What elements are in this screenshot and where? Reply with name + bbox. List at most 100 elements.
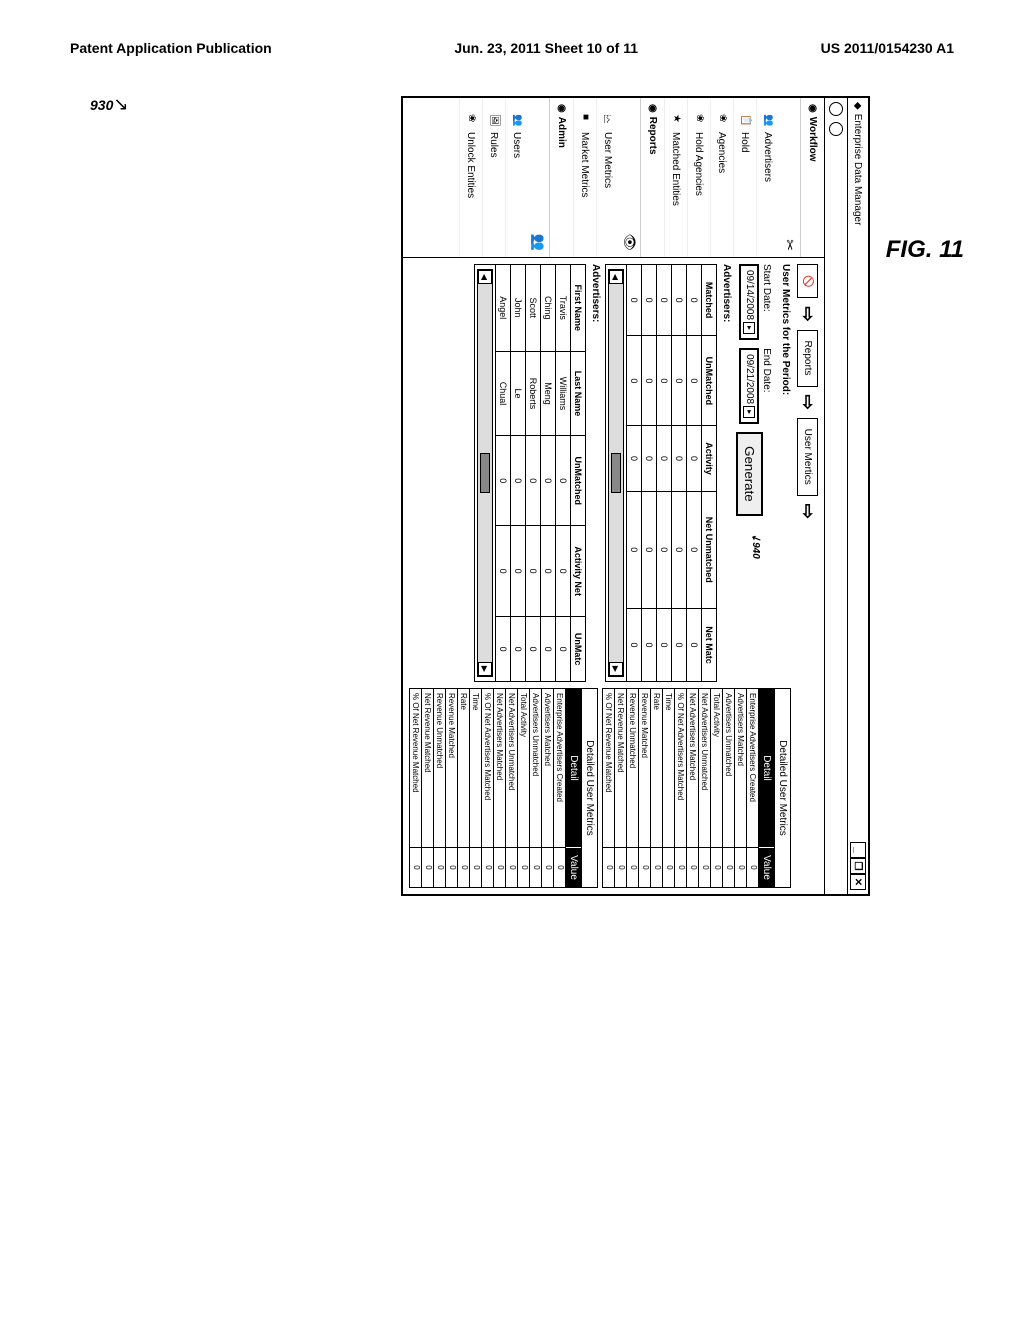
table-cell: 0 xyxy=(627,609,642,682)
table-row[interactable]: TravisWilliams000 xyxy=(556,265,571,682)
table-cell: 0 xyxy=(627,426,642,491)
period-title: User Metrics for the Period: xyxy=(780,264,791,682)
col-activity[interactable]: Activity xyxy=(702,426,717,491)
col-unmatc[interactable]: UnMatc xyxy=(571,617,586,682)
col-last-name[interactable]: Last Name xyxy=(571,351,586,436)
metric-row: Enterprise Advertisers Created0 xyxy=(554,689,566,887)
col-net-matc[interactable]: Net Matc xyxy=(702,609,717,682)
sidebar-item-unlock-entities[interactable]: ❀ Unlock Entities xyxy=(459,98,482,257)
metric-label: Net Advertisers Matched xyxy=(494,689,505,847)
scroll-left-icon[interactable]: ◀ xyxy=(609,270,623,284)
metric-row: % Of Net Advertisers Matched0 xyxy=(482,689,494,887)
scroll-right-icon[interactable]: ▶ xyxy=(478,662,492,676)
minimize-button[interactable]: _ xyxy=(850,842,866,858)
sidebar-item-users[interactable]: 👥 Users xyxy=(505,98,528,257)
metric-row: % Of Net Revenue Matched0 xyxy=(603,689,615,887)
table-cell: Meng xyxy=(541,351,556,436)
sidebar-item-advertisers[interactable]: 👥 Advertisers xyxy=(756,98,779,257)
eye-icon: 👁 xyxy=(619,98,640,257)
system-toolbar xyxy=(824,98,847,894)
breadcrumb-home-icon[interactable]: 🚫 xyxy=(797,264,818,298)
table-cell: 0 xyxy=(642,609,657,682)
people-icon: 👥 xyxy=(511,114,523,126)
chevron-icon: ◉ xyxy=(807,104,818,113)
table-cell: 0 xyxy=(541,617,556,682)
table-row[interactable]: 00000 xyxy=(657,265,672,682)
metric-value: 0 xyxy=(554,847,565,887)
col-unmatched[interactable]: UnMatched xyxy=(702,336,717,426)
metric-label: Total Activity xyxy=(711,689,722,847)
sidebar-group-admin[interactable]: ◉ Admin xyxy=(549,98,573,257)
sidebar-item-label: User Metrics xyxy=(603,132,614,188)
scroll-right-icon[interactable]: ▶ xyxy=(609,662,623,676)
table-cell: 0 xyxy=(642,491,657,609)
sidebar-item-matched-entities[interactable]: ★ Matched Entities xyxy=(664,98,687,257)
start-date-input[interactable]: 09/14/2008 ▸ xyxy=(740,264,760,340)
metric-label: Total Activity xyxy=(518,689,529,847)
date-spin-icon[interactable]: ▸ xyxy=(744,322,756,334)
nav-stop-icon[interactable] xyxy=(829,122,843,136)
table-cell: Scott xyxy=(526,265,541,352)
metric-row: Rate0 xyxy=(458,689,470,887)
close-button[interactable]: ✕ xyxy=(850,874,866,890)
scroll-thumb[interactable] xyxy=(611,453,621,493)
table-cell: Roberts xyxy=(526,351,541,436)
date-spin-icon[interactable]: ▸ xyxy=(744,406,756,418)
horizontal-scrollbar[interactable]: ◀ ▶ xyxy=(608,269,624,677)
sidebar-group-workflow[interactable]: ◉ Workflow xyxy=(800,98,824,257)
col-matched[interactable]: Matched xyxy=(702,265,717,336)
sidebar-item-rules[interactable]: 🖼 Rules xyxy=(482,98,505,257)
advertisers-table-title-2: Advertisers: xyxy=(590,264,601,682)
generate-button[interactable]: Generate xyxy=(736,432,763,516)
metric-value: 0 xyxy=(458,847,469,887)
metric-value: 0 xyxy=(470,847,481,887)
end-date-input[interactable]: 09/21/2008 ▸ xyxy=(740,348,760,424)
table-row[interactable]: JohnLe000 xyxy=(511,265,526,682)
metric-value: 0 xyxy=(530,847,541,887)
col-unmatched[interactable]: UnMatched xyxy=(571,436,586,526)
scroll-thumb[interactable] xyxy=(480,453,490,493)
table-row[interactable]: 00000 xyxy=(627,265,642,682)
table-row[interactable]: 00000 xyxy=(642,265,657,682)
table-row[interactable]: AngelChual000 xyxy=(496,265,511,682)
metric-label: Revenue Matched xyxy=(446,689,457,847)
people-icon: 👥 xyxy=(762,114,774,126)
col-net-unmatched[interactable]: Net Unmatched xyxy=(702,491,717,609)
end-date-value: 09/21/2008 xyxy=(744,354,755,404)
bar-icon: ■ xyxy=(579,114,591,126)
sidebar-item-agencies[interactable]: ❀ Agencies xyxy=(710,98,733,257)
nav-back-icon[interactable] xyxy=(829,102,843,116)
col-activity-net[interactable]: Activity Net xyxy=(571,526,586,617)
restore-button[interactable]: ❐ xyxy=(850,858,866,874)
metric-value: 0 xyxy=(434,847,445,887)
table-row[interactable]: ScottRoberts000 xyxy=(526,265,541,682)
table-row[interactable]: 00000 xyxy=(672,265,687,682)
patent-number: US 2011/0154230 A1 xyxy=(821,40,954,56)
metric-value: 0 xyxy=(615,847,626,887)
sidebar-item-hold-agencies[interactable]: ❀ Hold Agencies xyxy=(687,98,710,257)
scroll-left-icon[interactable]: ◀ xyxy=(478,270,492,284)
metric-row: Enterprise Advertisers Created0 xyxy=(747,689,759,887)
horizontal-scrollbar[interactable]: ◀ ▶ xyxy=(477,269,493,677)
breadcrumb-reports[interactable]: Reports xyxy=(797,330,818,387)
table-row[interactable]: 00000 xyxy=(687,265,702,682)
table-cell: 0 xyxy=(496,436,511,526)
breadcrumb-user-metrics[interactable]: User Mertics xyxy=(797,418,818,496)
metric-value: 0 xyxy=(542,847,553,887)
sidebar-item-market-metrics[interactable]: ■ Market Metrics xyxy=(573,98,596,257)
metric-label: % Of Net Revenue Matched xyxy=(603,689,614,847)
sidebar-item-hold[interactable]: 📋 Hold xyxy=(733,98,756,257)
sidebar-group-reports[interactable]: ◉ Reports xyxy=(640,98,664,257)
sidebar-item-user-metrics[interactable]: 🗠 User Metrics xyxy=(596,98,619,257)
table-cell: 0 xyxy=(672,265,687,336)
table-row[interactable]: ChingMeng000 xyxy=(541,265,556,682)
table-cell: 0 xyxy=(657,265,672,336)
col-first-name[interactable]: First Name xyxy=(571,265,586,352)
metric-row: % Of Net Advertisers Matched0 xyxy=(675,689,687,887)
app-icon: ◆ xyxy=(853,102,864,110)
metric-row: Net Advertisers Matched0 xyxy=(687,689,699,887)
window-title: Enterprise Data Manager xyxy=(853,114,864,226)
metric-label: Advertisers Matched xyxy=(735,689,746,847)
metric-label: Revenue Matched xyxy=(639,689,650,847)
metric-label: Enterprise Advertisers Created xyxy=(747,689,758,847)
